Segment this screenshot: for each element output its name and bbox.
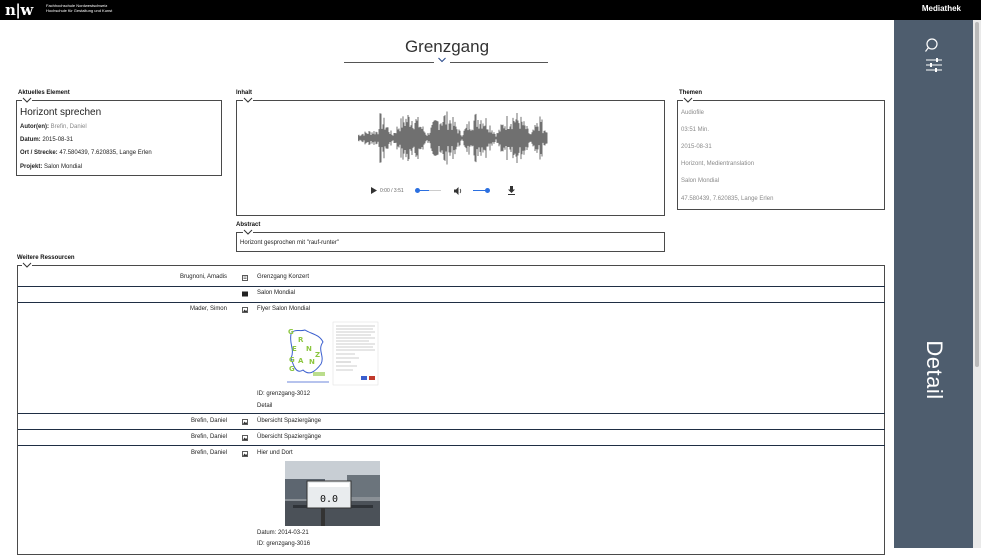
row-title[interactable]: Salon Mondial [257,290,295,296]
document-icon [242,275,248,281]
themes-label: Themen [679,90,703,96]
flyer-letter: G [289,356,295,364]
row-author: Brefin, Daniel [190,418,227,424]
row-title[interactable]: Grenzgang Konzert [257,274,309,280]
row-divider [18,413,885,414]
flyer-letter: G [289,365,295,373]
institution-line-2: Hochschule für Gestaltung und Kunst [46,8,113,13]
chevron-down-icon[interactable] [243,97,253,103]
author-row: Autor(en): Brefin, Daniel [20,124,87,130]
photo-sign-text: 0.0 [320,494,338,505]
row-divider [18,302,885,303]
filter-icon[interactable] [926,58,942,72]
flyer-letter: A [298,357,304,365]
detail-link[interactable]: Detail [257,403,272,409]
date-key: Datum: [20,137,41,143]
top-bar: n|w Fachhochschule Nordwestschweiz Hochs… [0,0,981,20]
volume-icon[interactable] [454,187,463,195]
row-author: Brefin, Daniel [190,434,227,440]
play-icon[interactable] [371,187,377,194]
themes-box [677,100,885,210]
image-icon [242,451,248,457]
row-author: Brefin, Daniel [190,450,227,456]
flyer-thumbnail[interactable]: G R E N Z G A N G [285,320,380,387]
folder-icon [242,291,248,297]
institution-name: Fachhochschule Nordwestschweiz Hochschul… [46,3,112,13]
theme-item[interactable]: 47.580439, 7.620835, Lange Erlen [681,196,773,202]
chevron-down-icon[interactable] [22,97,32,103]
audio-waveform[interactable] [358,108,548,168]
row-date: Datum: 2014-03-21 [257,530,309,536]
theme-item[interactable]: 03:51 Min. [681,127,709,133]
chevron-down-icon[interactable] [438,57,446,63]
author-key: Autor(en): [20,124,49,130]
side-panel: Detail [894,20,973,548]
current-element-label: Aktuelles Element [18,90,70,96]
chevron-down-icon[interactable] [243,229,253,235]
image-icon [242,307,248,313]
project-row: Projekt: Salon Mondial [20,164,82,170]
chevron-down-icon[interactable] [683,97,693,103]
flyer-letter: Z [315,351,320,359]
row-id: ID: grenzgang-3012 [257,391,311,397]
scrollbar-thumb[interactable] [975,22,979,367]
location-row: Ort / Strecke: 47.580439, 7.620835, Lang… [20,150,152,156]
row-divider [18,286,885,287]
title-divider-right [450,62,548,63]
flyer-letter: E [292,345,297,353]
image-icon [242,435,248,441]
theme-item[interactable]: Horizont, Medientranslation [681,161,754,167]
project-key: Projekt: [20,164,43,170]
location-value: 47.580439, 7.620835, Lange Erlen [59,150,152,156]
row-title[interactable]: Flyer Salon Mondial [257,306,310,312]
theme-item[interactable]: Audiofile [681,110,704,116]
row-title[interactable]: Übersicht Spaziergänge [257,434,321,440]
row-divider [18,429,885,430]
seek-progress [417,190,429,191]
chevron-down-icon[interactable] [22,262,32,268]
row-author: Mader, Simon [189,306,227,312]
row-id: ID: grenzgang-3016 [257,541,311,547]
element-title: Horizont sprechen [20,107,102,118]
detail-label[interactable]: Detail [921,340,947,399]
theme-item[interactable]: Salon Mondial [681,178,719,184]
date-value: 2015-08-31 [42,137,74,143]
flyer-letter: R [298,336,304,344]
abstract-text: Horizont gesprochen mit "rauf-runter" [240,240,339,246]
abstract-label: Abstract [236,222,261,228]
row-divider [18,445,885,446]
content-label: Inhalt [236,90,252,96]
location-key: Ort / Strecke: [20,150,58,156]
download-icon[interactable] [508,186,515,195]
search-icon[interactable] [925,38,941,54]
audio-player[interactable]: 0:00 / 3:51 [371,185,531,197]
fhnw-logo[interactable]: n|w [5,2,33,18]
flyer-letter: N [309,358,315,366]
row-author: Brugnoni, Amadis [179,274,227,280]
flyer-letter: N [306,345,312,353]
image-icon [242,419,248,425]
row-title[interactable]: Hier und Dort [257,450,293,456]
theme-item[interactable]: 2015-08-31 [681,144,712,150]
title-divider-left [344,62,434,63]
mediathek-link[interactable]: Mediathek [922,4,961,13]
flyer-letter: G [288,328,294,336]
photo-thumbnail[interactable]: 0.0 [285,461,380,526]
date-row: Datum: 2015-08-31 [20,137,73,143]
volume-handle[interactable] [485,188,490,193]
resources-label: Weitere Ressourcen [17,255,75,261]
project-value: Salon Mondial [44,164,83,170]
player-time: 0:00 / 3:51 [380,188,404,194]
author-value[interactable]: Brefin, Daniel [51,124,87,130]
row-title[interactable]: Übersicht Spaziergänge [257,418,321,424]
page-title: Grenzgang [404,37,490,56]
